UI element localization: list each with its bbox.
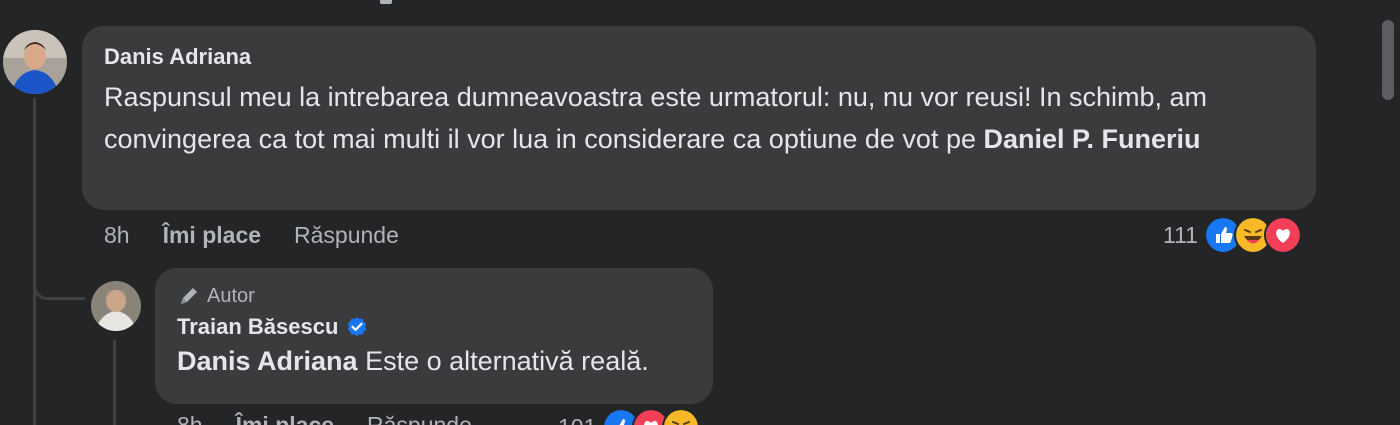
mention-link[interactable]: Daniel P. Funeriu (983, 124, 1200, 154)
like-button[interactable]: Îmi place (236, 412, 334, 425)
reply-thread-line (113, 340, 116, 425)
comment-actions: 8h Îmi place Răspunde (104, 222, 399, 249)
reply-button[interactable]: Răspunde (294, 222, 399, 249)
comment-bubble: Danis Adriana Raspunsul meu la intrebare… (82, 26, 1316, 210)
reply-author-row: Traian Băsescu (177, 314, 691, 340)
reaction-summary[interactable]: 111 (1163, 216, 1302, 254)
cutoff-glyph (380, 0, 392, 4)
reply-text: Danis Adriana Este o alternativă reală. (177, 342, 691, 380)
avatar[interactable] (91, 281, 141, 331)
mention-link[interactable]: Danis Adriana (177, 346, 358, 376)
thread-branch-line (33, 252, 85, 300)
love-icon (1263, 216, 1302, 254)
scrollbar[interactable] (1374, 0, 1400, 425)
reaction-count: 101 (558, 414, 596, 425)
avatar[interactable] (3, 30, 67, 94)
pen-icon (181, 288, 197, 304)
verified-badge-icon (348, 317, 367, 337)
comment-time[interactable]: 8h (104, 222, 130, 249)
like-button[interactable]: Îmi place (163, 222, 261, 249)
comment-thread: Danis Adriana Raspunsul meu la intrebare… (0, 0, 1400, 425)
comment-time[interactable]: 8h (177, 412, 203, 425)
reaction-count: 111 (1163, 221, 1198, 248)
comment-author[interactable]: Traian Băsescu (177, 314, 338, 340)
reply-button[interactable]: Răspunde (367, 412, 472, 425)
comment-text: Raspunsul meu la intrebarea dumneavoastr… (104, 76, 1294, 160)
reaction-summary[interactable]: 101 (558, 408, 701, 425)
comment-author[interactable]: Danis Adriana (104, 44, 1294, 70)
author-badge: Autor (177, 284, 691, 308)
reply-text-body: Este o alternativă reală. (357, 346, 649, 376)
reply-actions: 8h Îmi place Răspunde (177, 412, 472, 425)
author-badge-label: Autor (207, 284, 255, 307)
reply-bubble: Autor Traian Băsescu Danis Adriana Este … (155, 268, 713, 404)
scrollbar-thumb[interactable] (1382, 20, 1394, 100)
haha-icon (662, 408, 701, 425)
